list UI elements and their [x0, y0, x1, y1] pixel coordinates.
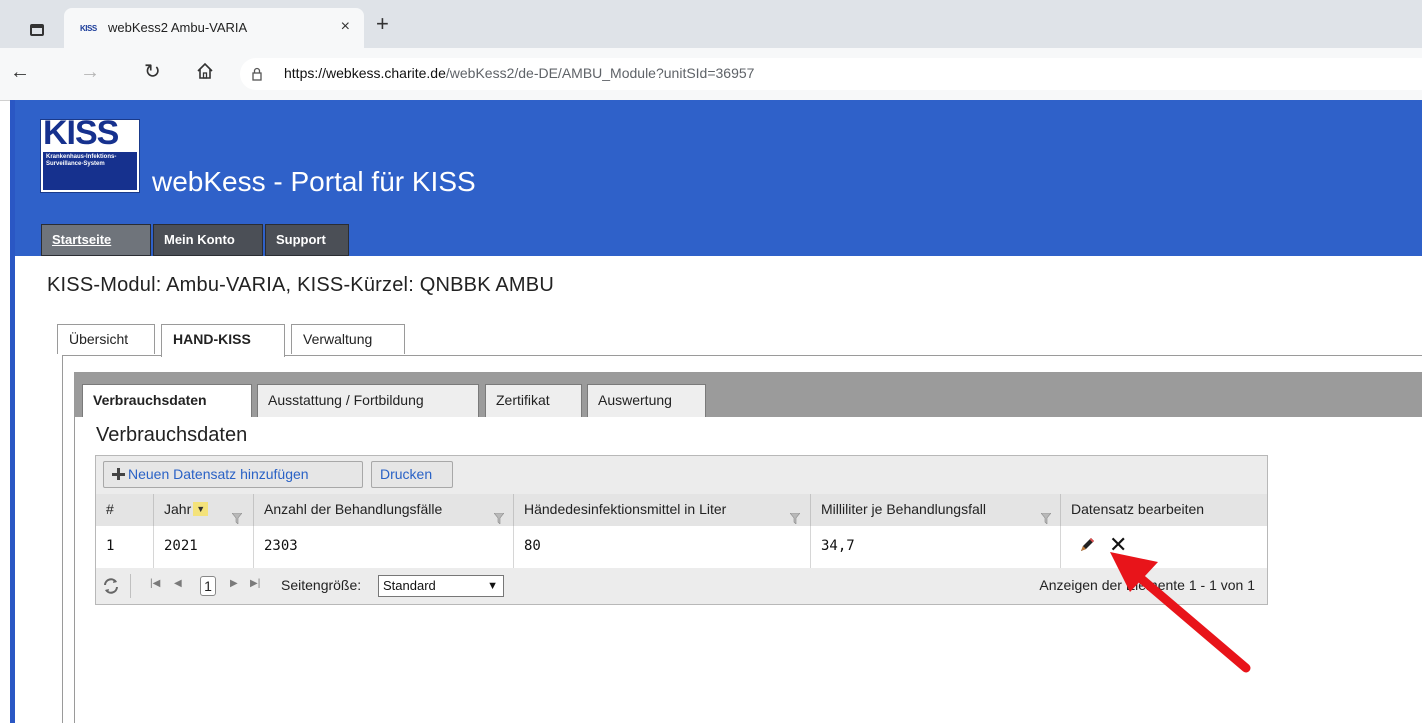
cell-desinfektionsmittel: 80: [514, 526, 811, 568]
tab-ausstattung-fortbildung[interactable]: Ausstattung / Fortbildung: [257, 384, 479, 417]
tab-close-icon[interactable]: ×: [341, 18, 350, 36]
address-bar[interactable]: https://webkess.charite.de/webKess2/de-D…: [240, 58, 1422, 90]
filter-icon[interactable]: [1040, 504, 1052, 525]
column-header-desinfektionsmittel-label: Händedesinfektionsmittel in Liter: [524, 501, 727, 517]
grid-header-row: # Jahr ▼ Anzahl der Behandlungsfälle Händ…: [96, 494, 1267, 527]
column-header-jahr[interactable]: Jahr ▼: [154, 494, 254, 526]
page-size-label: Seitengröße:: [281, 577, 362, 593]
plus-icon: [112, 468, 125, 480]
refresh-icon[interactable]: [102, 577, 120, 595]
filter-icon[interactable]: [789, 504, 801, 525]
first-page-icon[interactable]: |◀: [150, 578, 160, 589]
module-title: KISS-Modul: Ambu-VARIA, KISS-Kürzel: QNB…: [47, 274, 554, 296]
column-header-behandlungsfaelle-label: Anzahl der Behandlungsfälle: [264, 501, 443, 517]
tab-title: webKess2 Ambu-VARIA: [108, 20, 248, 35]
home-icon[interactable]: [196, 62, 214, 86]
column-header-behandlungsfaelle[interactable]: Anzahl der Behandlungsfälle: [254, 494, 514, 526]
inner-tabs: Verbrauchsdaten Ausstattung / Fortbildun…: [75, 373, 1422, 417]
sort-descending-icon[interactable]: ▼: [193, 502, 209, 516]
back-icon[interactable]: ←: [10, 60, 30, 84]
section-title: Verbrauchsdaten: [96, 424, 248, 446]
browser-toolbar: ← → ↻ https://webkess.charite.de/webKess…: [0, 48, 1422, 101]
window-menu-icon[interactable]: [30, 24, 44, 36]
filter-icon[interactable]: [493, 504, 505, 525]
print-button[interactable]: Drucken: [371, 461, 453, 488]
logo-subtext: Krankenhaus-Infektions-Surveillance-Syst…: [43, 152, 137, 190]
tab-verbrauchsdaten[interactable]: Verbrauchsdaten: [82, 384, 252, 417]
new-tab-icon[interactable]: +: [376, 13, 389, 35]
prev-page-icon[interactable]: ◀: [174, 578, 182, 589]
data-grid: Neuen Datensatz hinzufügen Drucken # Jah…: [95, 455, 1268, 605]
page-size-select[interactable]: Standard ▼: [378, 575, 504, 597]
edit-pencil-icon[interactable]: [1078, 536, 1096, 554]
tab-verwaltung[interactable]: Verwaltung: [291, 324, 405, 354]
nav-mein-konto[interactable]: Mein Konto: [153, 224, 263, 256]
cell-jahr: 2021: [154, 526, 254, 568]
filter-icon[interactable]: [231, 504, 243, 525]
url-host: https://webkess.charite.de: [284, 65, 446, 81]
tab-hand-kiss[interactable]: HAND-KISS: [161, 324, 285, 357]
lock-icon[interactable]: [252, 67, 262, 81]
browser-tabstrip: KISS webKess2 Ambu-VARIA × +: [0, 0, 1422, 48]
forward-icon[interactable]: →: [80, 60, 100, 84]
tab-zertifikat[interactable]: Zertifikat: [485, 384, 582, 417]
cell-milliliter: 34,7: [811, 526, 1061, 568]
column-header-index[interactable]: #: [96, 494, 154, 526]
column-header-desinfektionsmittel[interactable]: Händedesinfektionsmittel in Liter: [514, 494, 811, 526]
cell-index: 1: [96, 526, 154, 568]
grid-toolbar: Neuen Datensatz hinzufügen Drucken: [96, 456, 1267, 495]
column-header-jahr-label: Jahr: [164, 501, 192, 517]
site-title: webKess - Portal für KISS: [152, 166, 476, 197]
page-size-value: Standard: [383, 578, 436, 593]
last-page-icon[interactable]: ▶|: [250, 578, 260, 589]
kiss-logo[interactable]: KISS Krankenhaus-Infektions-Surveillance…: [40, 114, 140, 193]
url-text: https://webkess.charite.de/webKess2/de-D…: [284, 65, 754, 81]
add-record-button[interactable]: Neuen Datensatz hinzufügen: [103, 461, 363, 488]
logo-text: KISS: [43, 114, 119, 152]
tab-auswertung[interactable]: Auswertung: [587, 384, 706, 417]
nav-support[interactable]: Support: [265, 224, 349, 256]
column-header-milliliter-label: Milliliter je Behandlungsfall: [821, 501, 986, 517]
nav-startseite[interactable]: Startseite: [41, 224, 151, 256]
grid-pager: |◀ ◀ 1 ▶ ▶| Seitengröße: Standard ▼ Anzei…: [96, 568, 1267, 604]
site-header: KISS Krankenhaus-Infektions-Surveillance…: [15, 100, 1422, 256]
url-path: /webKess2/de-DE/AMBU_Module?unitSId=3695…: [445, 65, 755, 81]
reload-icon[interactable]: ↻: [144, 60, 161, 84]
tab-uebersicht[interactable]: Übersicht: [57, 324, 155, 354]
annotation-arrow-icon: [1110, 552, 1251, 673]
next-page-icon[interactable]: ▶: [230, 578, 238, 589]
column-header-bearbeiten: Datensatz bearbeiten: [1071, 501, 1205, 517]
browser-tab[interactable]: KISS webKess2 Ambu-VARIA ×: [64, 8, 364, 48]
column-header-milliliter[interactable]: Milliliter je Behandlungsfall: [811, 494, 1061, 526]
add-record-label: Neuen Datensatz hinzufügen: [128, 466, 309, 482]
chevron-down-icon: ▼: [487, 580, 498, 592]
table-row[interactable]: 1 2021 2303 80 34,7 ✕: [96, 526, 1267, 569]
page-number-button[interactable]: 1: [200, 576, 216, 596]
kiss-favicon-icon: KISS: [80, 24, 97, 33]
cell-behandlungsfaelle: 2303: [254, 526, 514, 568]
